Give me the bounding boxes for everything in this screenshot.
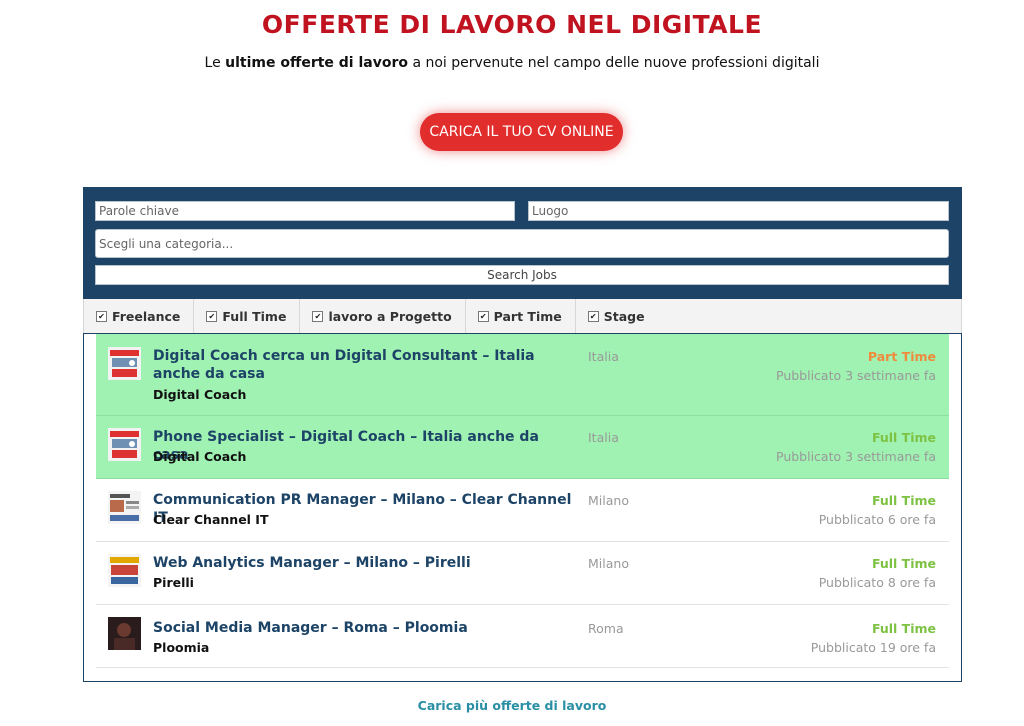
filter-freelance[interactable]: ✔ Freelance (84, 299, 195, 333)
company-name: Digital Coach (153, 449, 247, 464)
location-input[interactable] (528, 201, 949, 221)
job-row[interactable]: Digital Coach cerca un Digital Consultan… (96, 334, 949, 416)
keywords-input[interactable] (95, 201, 515, 221)
filter-label: Full Time (222, 308, 287, 324)
page-title: OFFERTE DI LAVORO NEL DIGITALE (261, 10, 763, 39)
filter-label: Freelance (112, 308, 181, 324)
filter-label: Part Time (493, 308, 562, 324)
company-logo (108, 554, 141, 587)
checkbox-icon[interactable]: ✔ (477, 310, 489, 322)
job-location: Roma (588, 621, 624, 636)
company-name: Clear Channel IT (153, 512, 269, 527)
search-jobs-button[interactable]: Search Jobs (95, 265, 949, 285)
job-title[interactable]: Web Analytics Manager – Milano – Pirelli (153, 554, 573, 572)
job-location: Italia (588, 430, 619, 445)
job-posted: Pubblicato 8 ore fa (818, 575, 936, 590)
job-row[interactable]: Communication PR Manager – Milano – Clea… (96, 479, 949, 542)
job-posted: Pubblicato 19 ore fa (810, 640, 936, 655)
job-row[interactable]: Social Media Manager – Roma – Ploomia Pl… (96, 605, 949, 668)
category-select[interactable] (95, 229, 949, 258)
job-row[interactable]: Phone Specialist – Digital Coach – Itali… (96, 416, 949, 479)
checkbox-icon[interactable]: ✔ (312, 310, 324, 322)
company-name: Ploomia (153, 640, 210, 655)
company-logo (108, 617, 141, 650)
filter-lavoro-a-progetto[interactable]: ✔ lavoro a Progetto (300, 299, 466, 333)
checkbox-icon[interactable]: ✔ (587, 310, 599, 322)
checkbox-icon[interactable]: ✔ (96, 310, 107, 322)
company-logo (108, 347, 141, 380)
subtitle-text-end: a noi pervenute nel campo delle nuove pr… (408, 55, 820, 71)
job-type: Full Time (871, 621, 936, 636)
filter-full-time[interactable]: ✔ Full Time (194, 299, 301, 333)
page-subtitle: Le ultime offerte di lavoro a noi perven… (0, 55, 1024, 71)
filter-label: Stage (603, 308, 645, 324)
filter-stage[interactable]: ✔ Stage (576, 299, 658, 333)
checkbox-icon[interactable]: ✔ (206, 310, 218, 322)
job-type: Part Time (867, 349, 936, 364)
subtitle-text: Le (204, 55, 226, 71)
job-location: Italia (588, 349, 619, 364)
company-logo (108, 428, 141, 461)
job-list: Digital Coach cerca un Digital Consultan… (83, 333, 962, 682)
subtitle-highlight: ultime offerte di lavoro (225, 55, 408, 71)
filter-part-time[interactable]: ✔ Part Time (466, 299, 576, 333)
upload-cv-button[interactable]: CARICA IL TUO CV ONLINE (420, 113, 623, 151)
company-logo (108, 491, 141, 524)
job-title[interactable]: Social Media Manager – Roma – Ploomia (153, 619, 573, 637)
job-row[interactable]: Web Analytics Manager – Milano – Pirelli… (96, 542, 949, 605)
job-type: Full Time (871, 430, 936, 445)
filter-label: lavoro a Progetto (328, 308, 452, 324)
job-title[interactable]: Digital Coach cerca un Digital Consultan… (153, 347, 573, 383)
job-posted: Pubblicato 3 settimane fa (776, 449, 936, 464)
job-type-filters: ✔ Freelance ✔ Full Time ✔ lavoro a Progetto… (83, 299, 962, 333)
job-location: Milano (588, 556, 629, 571)
job-posted: Pubblicato 3 settimane fa (776, 368, 936, 383)
job-type: Full Time (871, 493, 936, 508)
search-panel: Search Jobs (83, 187, 962, 299)
company-name: Digital Coach (153, 387, 247, 402)
job-location: Milano (588, 493, 629, 508)
load-more-link[interactable]: Carica più offerte di lavoro (0, 698, 1024, 713)
job-type: Full Time (871, 556, 936, 571)
company-name: Pirelli (153, 575, 194, 590)
job-posted: Pubblicato 6 ore fa (818, 512, 936, 527)
